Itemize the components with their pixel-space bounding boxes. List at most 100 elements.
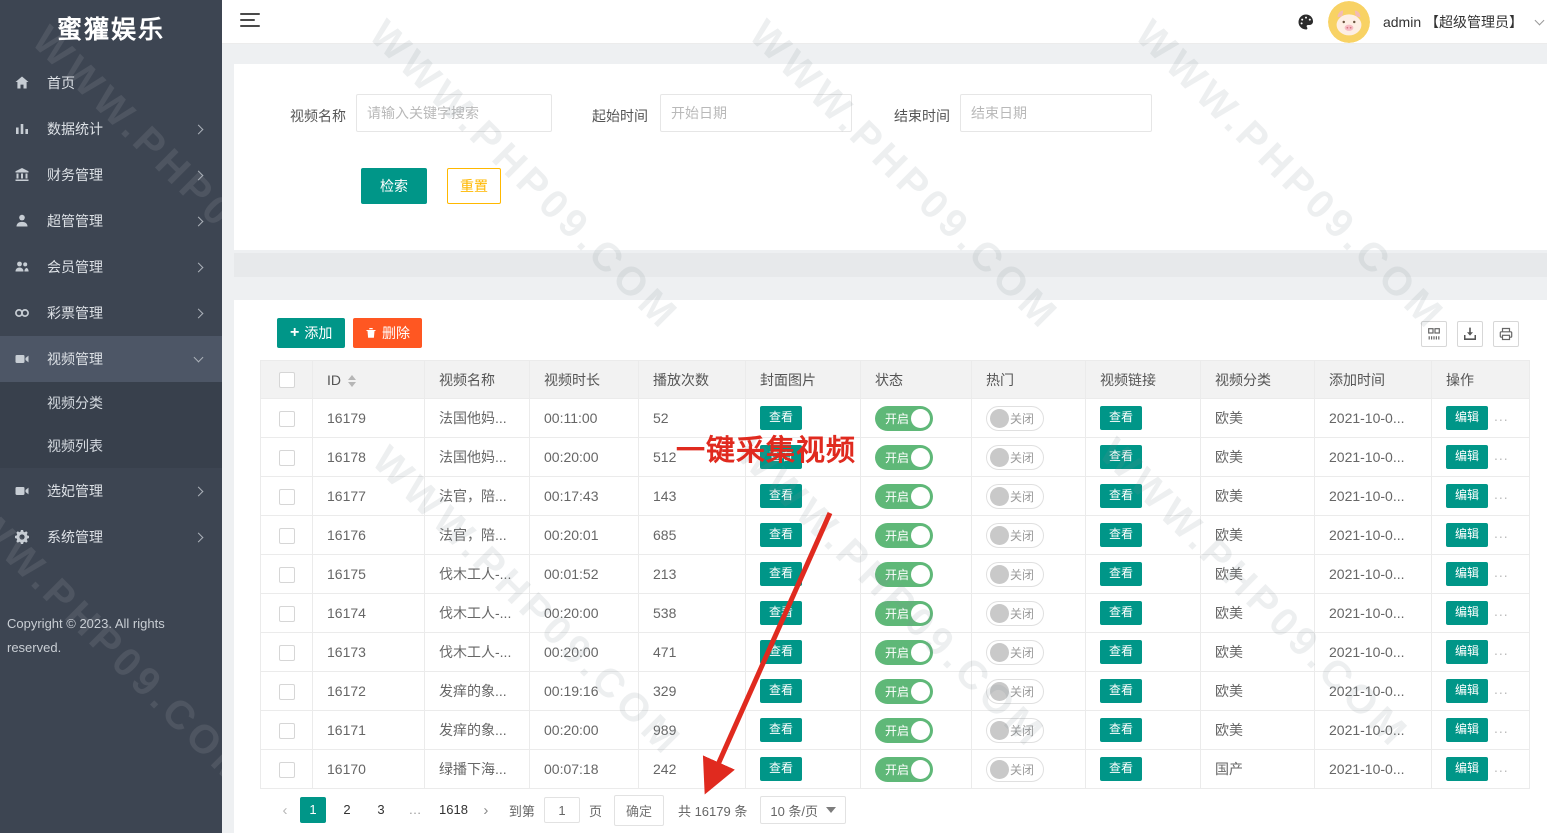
goto-confirm-button[interactable]: 确定 bbox=[613, 794, 664, 826]
sidebar-subitem-video-category[interactable]: 视频分类 bbox=[0, 382, 222, 425]
hot-toggle[interactable]: 关闭 bbox=[986, 444, 1044, 470]
reset-button[interactable]: 重置 bbox=[447, 168, 501, 204]
status-toggle[interactable]: 开启 bbox=[875, 756, 933, 782]
row-checkbox[interactable] bbox=[278, 605, 295, 622]
hot-toggle[interactable]: 关闭 bbox=[986, 717, 1044, 743]
link-view-button[interactable]: 查看 bbox=[1100, 523, 1143, 547]
sidebar-item-members[interactable]: 会员管理 bbox=[0, 244, 222, 290]
edit-button[interactable]: 编辑 bbox=[1446, 679, 1489, 703]
sidebar-item-concubine[interactable]: 选妃管理 bbox=[0, 468, 222, 514]
cover-view-button[interactable]: 查看 bbox=[760, 406, 803, 430]
row-checkbox[interactable] bbox=[278, 761, 295, 778]
video-name-input[interactable] bbox=[356, 94, 552, 132]
link-view-button[interactable]: 查看 bbox=[1100, 601, 1143, 625]
sidebar-item-superadmin[interactable]: 超管管理 bbox=[0, 198, 222, 244]
edit-button[interactable]: 编辑 bbox=[1446, 523, 1489, 547]
row-checkbox[interactable] bbox=[278, 644, 295, 661]
hamburger-menu-icon[interactable] bbox=[240, 13, 262, 31]
cover-view-button[interactable]: 查看 bbox=[760, 484, 803, 508]
column-header[interactable]: ID bbox=[312, 360, 425, 399]
page-number-1618[interactable]: 1618 bbox=[436, 797, 471, 823]
page-number-2[interactable]: 2 bbox=[334, 797, 360, 823]
row-checkbox[interactable] bbox=[278, 488, 295, 505]
sidebar-item-stats[interactable]: 数据统计 bbox=[0, 106, 222, 152]
sidebar-item-lottery[interactable]: 彩票管理 bbox=[0, 290, 222, 336]
column-filter-icon[interactable] bbox=[1421, 321, 1447, 347]
sort-icon[interactable] bbox=[348, 374, 356, 387]
row-checkbox[interactable] bbox=[278, 566, 295, 583]
sidebar-item-home[interactable]: 首页 bbox=[0, 60, 222, 106]
page-number-1[interactable]: 1 bbox=[300, 797, 326, 823]
export-icon[interactable] bbox=[1457, 321, 1483, 347]
chevron-right-icon bbox=[193, 532, 204, 542]
status-toggle[interactable]: 开启 bbox=[875, 639, 933, 665]
status-toggle[interactable]: 开启 bbox=[875, 522, 933, 548]
link-view-button[interactable]: 查看 bbox=[1100, 757, 1143, 781]
hot-toggle[interactable]: 关闭 bbox=[986, 678, 1044, 704]
sidebar-item-video[interactable]: 视频管理 bbox=[0, 336, 222, 382]
status-toggle[interactable]: 开启 bbox=[875, 483, 933, 509]
next-page-icon[interactable]: › bbox=[475, 802, 497, 819]
goto-page-input[interactable] bbox=[543, 797, 580, 823]
edit-button[interactable]: 编辑 bbox=[1446, 562, 1489, 586]
prev-page-icon[interactable]: ‹ bbox=[274, 802, 296, 819]
row-checkbox[interactable] bbox=[278, 410, 295, 427]
hot-toggle[interactable]: 关闭 bbox=[986, 561, 1044, 587]
link-view-button[interactable]: 查看 bbox=[1100, 562, 1143, 586]
delete-button[interactable]: 删除 bbox=[353, 318, 422, 348]
edit-button[interactable]: 编辑 bbox=[1446, 484, 1489, 508]
status-toggle[interactable]: 开启 bbox=[875, 717, 933, 743]
theme-palette-icon[interactable] bbox=[1297, 13, 1315, 31]
cover-view-button[interactable]: 查看 bbox=[760, 445, 803, 469]
row-checkbox[interactable] bbox=[278, 683, 295, 700]
edit-button[interactable]: 编辑 bbox=[1446, 718, 1489, 742]
hot-toggle[interactable]: 关闭 bbox=[986, 483, 1044, 509]
hot-toggle[interactable]: 关闭 bbox=[986, 756, 1044, 782]
link-view-button[interactable]: 查看 bbox=[1100, 445, 1143, 469]
cover-view-button[interactable]: 查看 bbox=[760, 562, 803, 586]
link-view-button[interactable]: 查看 bbox=[1100, 679, 1143, 703]
status-toggle[interactable]: 开启 bbox=[875, 600, 933, 626]
start-date-input[interactable] bbox=[660, 94, 852, 132]
user-dropdown[interactable]: admin 【超级管理员】 bbox=[1383, 12, 1523, 32]
edit-button[interactable]: 编辑 bbox=[1446, 445, 1489, 469]
user-avatar[interactable] bbox=[1327, 1, 1370, 43]
link-view-button[interactable]: 查看 bbox=[1100, 718, 1143, 742]
page-number-3[interactable]: 3 bbox=[368, 797, 394, 823]
row-checkbox[interactable] bbox=[278, 527, 295, 544]
cover-view-button[interactable]: 查看 bbox=[760, 640, 803, 664]
cover-view-button[interactable]: 查看 bbox=[760, 601, 803, 625]
status-toggle[interactable]: 开启 bbox=[875, 561, 933, 587]
hot-toggle[interactable]: 关闭 bbox=[986, 405, 1044, 431]
hot-toggle[interactable]: 关闭 bbox=[986, 639, 1044, 665]
edit-button[interactable]: 编辑 bbox=[1446, 601, 1489, 625]
sidebar-subitem-video-list[interactable]: 视频列表 bbox=[0, 425, 222, 468]
status-toggle[interactable]: 开启 bbox=[875, 678, 933, 704]
link-view-button[interactable]: 查看 bbox=[1100, 484, 1143, 508]
edit-button[interactable]: 编辑 bbox=[1446, 640, 1489, 664]
sidebar-item-finance[interactable]: 财务管理 bbox=[0, 152, 222, 198]
status-toggle[interactable]: 开启 bbox=[875, 405, 933, 431]
cover-view-button[interactable]: 查看 bbox=[760, 523, 803, 547]
edit-button[interactable]: 编辑 bbox=[1446, 757, 1489, 781]
print-icon[interactable] bbox=[1493, 321, 1519, 347]
link-view-button[interactable]: 查看 bbox=[1100, 406, 1143, 430]
row-checkbox[interactable] bbox=[278, 722, 295, 739]
status-toggle[interactable]: 开启 bbox=[875, 444, 933, 470]
trash-icon bbox=[366, 328, 376, 338]
edit-button[interactable]: 编辑 bbox=[1446, 406, 1489, 430]
link-view-button[interactable]: 查看 bbox=[1100, 640, 1143, 664]
cover-view-button[interactable]: 查看 bbox=[760, 679, 803, 703]
add-button[interactable]: + 添加 bbox=[277, 318, 346, 348]
cover-view-button[interactable]: 查看 bbox=[760, 718, 803, 742]
select-all-checkbox[interactable] bbox=[278, 372, 295, 389]
row-checkbox[interactable] bbox=[278, 449, 295, 466]
page-size-select[interactable]: 10 条/页 bbox=[760, 796, 847, 824]
sidebar-item-system[interactable]: 系统管理 bbox=[0, 514, 222, 560]
hot-toggle[interactable]: 关闭 bbox=[986, 600, 1044, 626]
cell-duration: 00:20:00 bbox=[529, 632, 639, 672]
end-date-input[interactable] bbox=[960, 94, 1152, 132]
search-button[interactable]: 检索 bbox=[361, 168, 427, 204]
cover-view-button[interactable]: 查看 bbox=[760, 757, 803, 781]
hot-toggle[interactable]: 关闭 bbox=[986, 522, 1044, 548]
